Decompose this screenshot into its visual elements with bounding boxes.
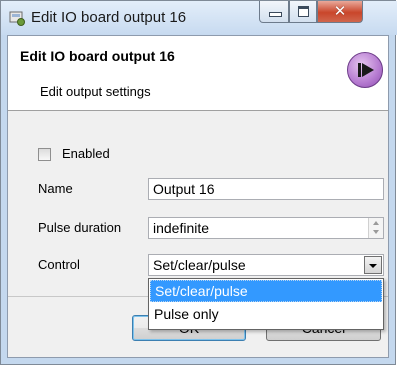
- name-field[interactable]: Output 16: [148, 178, 384, 200]
- window-title: Edit IO board output 16: [31, 9, 187, 26]
- dialog-header: Edit IO board output 16 Edit output sett…: [8, 36, 388, 111]
- stepper-down-icon[interactable]: [373, 230, 379, 234]
- close-button[interactable]: ✕: [317, 1, 363, 23]
- maximize-icon: [298, 6, 309, 17]
- play-next-button[interactable]: [347, 52, 383, 88]
- enabled-checkbox[interactable]: [38, 148, 51, 161]
- title-bar[interactable]: Edit IO board output 16 ✕: [1, 1, 397, 35]
- page-title: Edit IO board output 16: [20, 48, 175, 64]
- dropdown-option-pulse-only[interactable]: Pulse only: [150, 304, 382, 326]
- minimize-icon: [269, 12, 282, 17]
- pulse-duration-value: indefinite: [153, 220, 210, 236]
- play-next-icon: [358, 63, 361, 77]
- dropdown-option-set-clear-pulse[interactable]: Set/clear/pulse: [150, 280, 382, 302]
- control-dropdown-list: Set/clear/pulse Pulse only: [148, 278, 384, 330]
- control-selected-value: Set/clear/pulse: [153, 257, 246, 273]
- pulse-duration-field[interactable]: indefinite: [148, 217, 384, 239]
- chevron-down-icon: [369, 264, 377, 268]
- enabled-label: Enabled: [62, 146, 110, 161]
- pulse-duration-stepper[interactable]: [368, 218, 383, 238]
- app-icon: [9, 11, 25, 26]
- maximize-button[interactable]: [289, 1, 317, 23]
- control-select[interactable]: Set/clear/pulse: [148, 254, 384, 276]
- pulse-duration-label: Pulse duration: [38, 220, 122, 235]
- minimize-button[interactable]: [259, 1, 289, 23]
- page-subtitle: Edit output settings: [40, 84, 151, 99]
- control-label: Control: [38, 257, 80, 272]
- dropdown-button[interactable]: [364, 256, 382, 274]
- name-label: Name: [38, 181, 73, 196]
- stepper-up-icon[interactable]: [373, 221, 379, 225]
- close-icon: ✕: [333, 2, 347, 20]
